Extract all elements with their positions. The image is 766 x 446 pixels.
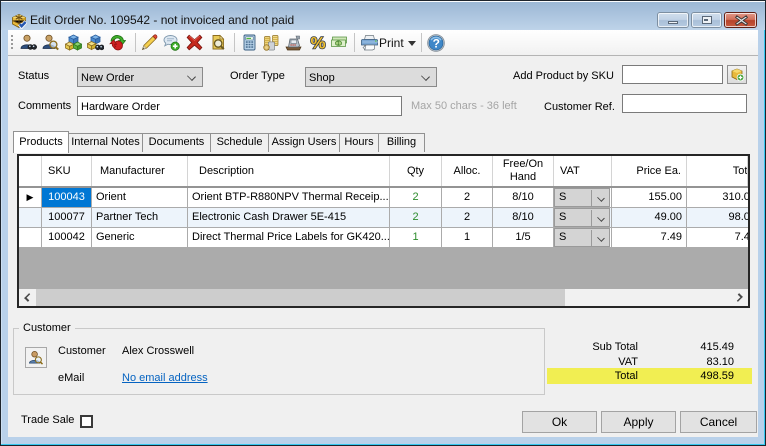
svg-text:%: % <box>311 34 326 51</box>
svg-text:?: ? <box>433 36 440 50</box>
svg-text:1: 1 <box>337 41 340 47</box>
